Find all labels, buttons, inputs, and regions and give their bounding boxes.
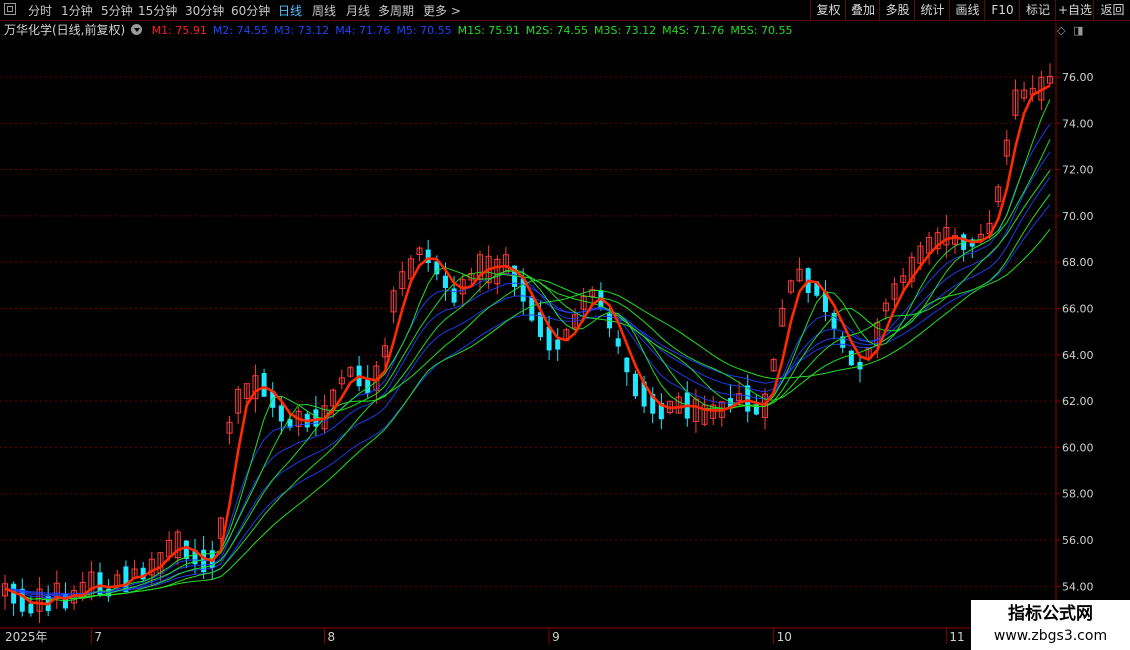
- candle-body: [313, 409, 319, 427]
- y-tick-label: 54.00: [1062, 580, 1094, 593]
- x-tick-label: 7: [94, 630, 102, 644]
- candle-body: [278, 405, 284, 422]
- x-tick-label: 2025年: [5, 630, 48, 644]
- ma-line-M4S: [4, 193, 1051, 601]
- x-tick-label: 11: [949, 630, 964, 644]
- candle-body: [632, 373, 638, 397]
- y-tick-label: 66.00: [1062, 303, 1094, 316]
- candle-body: [28, 603, 34, 614]
- x-tick-label: 8: [328, 630, 336, 644]
- y-tick-label: 74.00: [1062, 117, 1094, 130]
- ma-line-M4: [4, 176, 1051, 596]
- y-tick-label: 68.00: [1062, 256, 1094, 269]
- candle-body: [753, 404, 759, 415]
- candle-body: [261, 373, 267, 397]
- y-tick-label: 56.00: [1062, 534, 1094, 547]
- candle-body: [451, 288, 457, 303]
- x-tick-label: 9: [552, 630, 560, 644]
- x-tick-label: 10: [777, 630, 792, 644]
- ma-line-M1S: [4, 99, 1051, 602]
- y-tick-label: 60.00: [1062, 441, 1094, 454]
- y-tick-label: 70.00: [1062, 210, 1094, 223]
- ma-line-M1: [4, 84, 1051, 606]
- y-tick-label: 62.00: [1062, 395, 1094, 408]
- y-tick-label: 72.00: [1062, 164, 1094, 177]
- candle-body: [624, 357, 630, 373]
- ma-line-M3: [4, 151, 1051, 597]
- ma-line-M2S: [4, 139, 1051, 601]
- y-tick-label: 64.00: [1062, 349, 1094, 362]
- candle-body: [555, 339, 561, 350]
- candle-body: [442, 275, 448, 288]
- ma-line-M5: [4, 204, 1051, 595]
- ma-line-M2: [4, 123, 1051, 600]
- candlestick-chart: 76.00 74.00 72.00 70.00 68.00 66.00 64.00 62.00…: [0, 22, 1130, 644]
- candle-body: [848, 350, 854, 366]
- candle-body: [615, 338, 621, 347]
- watermark-title: 指标公式网: [1008, 604, 1093, 624]
- watermark: 指标公式网 www.zbgs3.com: [971, 600, 1130, 650]
- y-tick-label: 58.00: [1062, 488, 1094, 501]
- ma-line-M3S: [4, 170, 1051, 601]
- watermark-url: www.zbgs3.com: [993, 628, 1108, 644]
- y-tick-label: 76.00: [1062, 71, 1094, 84]
